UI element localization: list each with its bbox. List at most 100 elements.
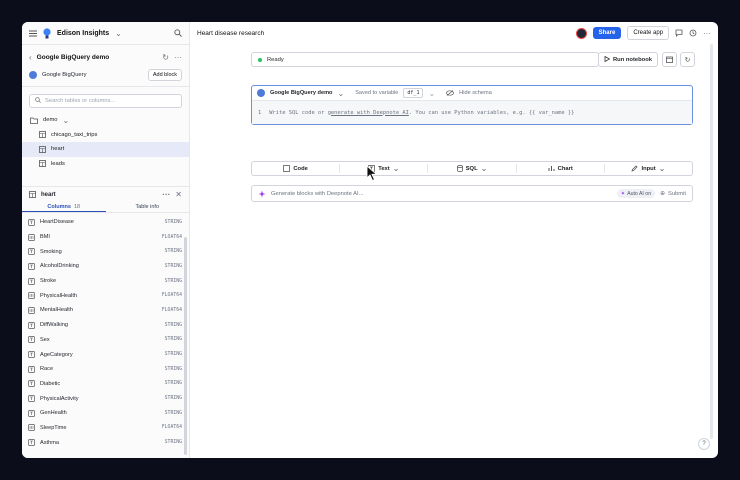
kernel-status: Ready xyxy=(251,52,599,67)
number-column-icon xyxy=(28,233,35,241)
question-icon: ? xyxy=(702,441,706,447)
column-name: MentalHealth xyxy=(40,307,73,314)
text-column-icon xyxy=(28,380,35,388)
column-row[interactable]: AgeCategory STRING xyxy=(22,347,189,362)
column-name: Asthma xyxy=(40,439,59,446)
hamburger-menu-icon[interactable] xyxy=(29,30,37,37)
add-sql-block-button[interactable]: SQL ⌄ xyxy=(428,164,515,173)
sql-editor[interactable]: 1 Write SQL code or generate with Deepno… xyxy=(252,101,692,124)
share-button[interactable]: Share xyxy=(592,27,622,39)
close-icon[interactable]: ✕ xyxy=(175,190,182,199)
run-notebook-button[interactable]: Run notebook xyxy=(598,52,658,67)
column-row[interactable]: BMI FLOAT64 xyxy=(22,230,189,245)
tab-columns[interactable]: Columns 18 xyxy=(22,202,106,212)
text-column-icon xyxy=(28,336,35,344)
more-options-icon[interactable]: ··· xyxy=(703,29,711,38)
table-label: leads xyxy=(51,160,65,167)
sparkle-icon: ✦ xyxy=(620,190,626,197)
sql-block[interactable]: Google BigQuery demo ⌄ Saved to variable… xyxy=(251,85,693,125)
main-scrollbar[interactable] xyxy=(710,44,713,439)
workspace-name[interactable]: Edison Insights xyxy=(57,30,109,37)
line-number: 1 xyxy=(258,109,262,116)
columns-scrollbar[interactable] xyxy=(184,237,187,455)
column-row[interactable]: Sex STRING xyxy=(22,333,189,348)
generate-with-ai-link[interactable]: generate with Deepnote AI xyxy=(328,110,409,116)
add-chart-block-button[interactable]: Chart xyxy=(517,165,604,172)
column-name: PhysicalHealth xyxy=(40,292,77,299)
back-chevron-icon[interactable]: ‹ xyxy=(29,53,32,62)
refresh-icon[interactable]: ↻ xyxy=(162,53,169,62)
text-column-icon xyxy=(28,277,35,285)
add-input-block-button[interactable]: Input ⌄ xyxy=(605,164,692,173)
add-block-button[interactable]: Add block xyxy=(147,69,182,81)
add-code-block-button[interactable]: Code xyxy=(252,165,339,172)
variable-name-input[interactable]: df_1 xyxy=(403,88,424,98)
columns-count: 18 xyxy=(73,204,81,210)
auto-ai-toggle[interactable]: ✦ Auto AI on xyxy=(616,189,656,198)
column-row[interactable]: Smoking STRING xyxy=(22,244,189,259)
add-text-block-button[interactable]: Text ⌄ xyxy=(340,164,427,173)
table-panel-header: heart ··· ✕ xyxy=(22,187,189,202)
more-options-icon[interactable]: ··· xyxy=(162,190,170,199)
main-area: Heart disease research Share Create app … xyxy=(190,22,718,458)
search-icon[interactable] xyxy=(174,29,182,37)
page-title[interactable]: Heart disease research xyxy=(197,30,264,37)
chevron-down-icon[interactable]: ⌄ xyxy=(115,29,122,38)
column-row[interactable]: PhysicalActivity STRING xyxy=(22,391,189,406)
column-type: STRING xyxy=(164,352,182,358)
column-row[interactable]: Asthma STRING xyxy=(22,435,189,450)
column-row[interactable]: HeartDisease STRING xyxy=(22,215,189,230)
number-column-icon xyxy=(28,292,35,300)
table-panel-title: heart xyxy=(41,191,56,198)
bigquery-icon xyxy=(257,89,265,97)
column-row[interactable]: MentalHealth FLOAT64 xyxy=(22,303,189,318)
column-name: Smoking xyxy=(40,248,62,255)
submit-button[interactable]: ⊕ Submit xyxy=(660,191,686,197)
sql-integration-select[interactable]: Google BigQuery demo xyxy=(270,90,332,96)
column-name: AgeCategory xyxy=(40,351,73,358)
column-row[interactable]: GenHealth STRING xyxy=(22,406,189,421)
table-search-input[interactable]: Search tables or columns... xyxy=(29,94,182,108)
column-type: FLOAT64 xyxy=(161,293,182,299)
column-row[interactable]: AlcoholDrinking STRING xyxy=(22,259,189,274)
restart-button[interactable]: ↻ xyxy=(680,52,695,67)
text-column-icon xyxy=(28,263,35,270)
create-app-button[interactable]: Create app xyxy=(627,26,669,40)
tab-table-info[interactable]: Table info xyxy=(106,202,190,212)
column-name: BMI xyxy=(40,234,50,241)
more-options-icon[interactable]: ··· xyxy=(174,53,182,62)
number-column-icon xyxy=(28,307,35,314)
column-row[interactable]: Stroke STRING xyxy=(22,274,189,289)
tree-item-table[interactable]: chicago_taxi_trips xyxy=(22,128,189,143)
tree-item-table-active[interactable]: heart xyxy=(22,142,189,157)
column-name: GenHealth xyxy=(40,410,67,417)
comment-icon[interactable] xyxy=(675,29,683,37)
refresh-icon: ↻ xyxy=(684,56,691,64)
column-row[interactable]: DiffWalking STRING xyxy=(22,318,189,333)
history-icon[interactable] xyxy=(689,29,697,37)
ai-prompt-input[interactable]: Generate blocks with Deepnote AI... xyxy=(271,191,363,197)
chevron-down-icon[interactable]: ⌄ xyxy=(337,89,344,98)
column-row[interactable]: SleepTime FLOAT64 xyxy=(22,421,189,436)
main-header: Heart disease research Share Create app … xyxy=(190,22,718,44)
schedule-button[interactable] xyxy=(662,52,677,67)
integration-row: Google BigQuery Add block xyxy=(22,66,189,84)
tree-item-table[interactable]: leads xyxy=(22,157,189,172)
table-label: chicago_taxi_trips xyxy=(51,131,98,138)
hide-schema-button[interactable]: Hide schema xyxy=(459,90,492,96)
text-column-icon xyxy=(28,409,35,417)
avatar[interactable] xyxy=(575,27,587,39)
tree-item-dataset[interactable]: demo ⌄ xyxy=(22,113,189,128)
text-column-icon xyxy=(28,365,35,373)
column-row[interactable]: PhysicalHealth FLOAT64 xyxy=(22,288,189,303)
column-type: STRING xyxy=(164,322,182,328)
column-type: FLOAT64 xyxy=(161,425,182,431)
column-row[interactable]: Race STRING xyxy=(22,362,189,377)
help-button[interactable]: ? xyxy=(698,438,710,450)
column-name: AlcoholDrinking xyxy=(40,263,79,270)
column-name: SleepTime xyxy=(40,424,67,431)
column-name: Race xyxy=(40,366,54,373)
chevron-down-icon: ⌄ xyxy=(392,164,400,173)
ai-prompt-bar[interactable]: Generate blocks with Deepnote AI... ✦ Au… xyxy=(251,185,693,202)
column-row[interactable]: Diabetic STRING xyxy=(22,377,189,392)
